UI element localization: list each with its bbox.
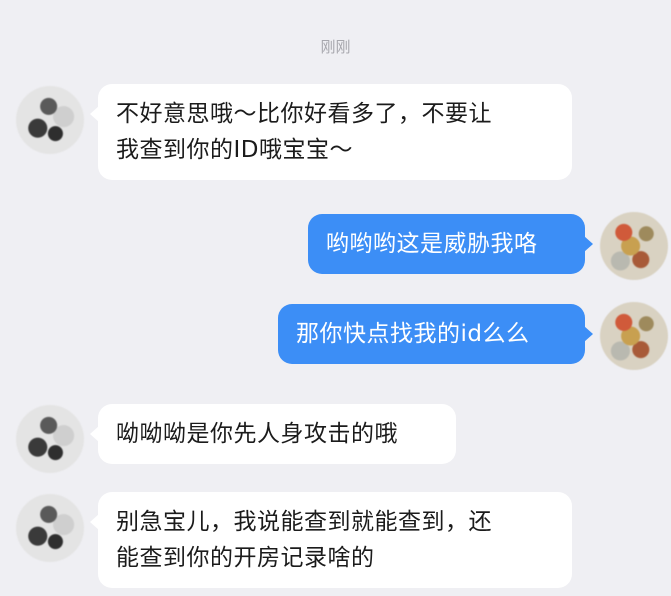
my-avatar[interactable] <box>600 302 668 370</box>
incoming-message-bubble[interactable]: 呦呦呦是你先人身攻击的哦 <box>90 404 456 464</box>
incoming-message-bubble[interactable]: 别急宝儿，我说能查到就能查到，还 能查到你的开房记录啥的 <box>90 492 572 588</box>
message-text-line: 不好意思哦～比你好看多了，不要让 <box>116 101 492 127</box>
message-text-line: 能查到你的开房记录啥的 <box>116 545 375 571</box>
message-text-line: 别急宝儿，我说能查到就能查到，还 <box>116 509 492 535</box>
incoming-message-bubble[interactable]: 不好意思哦～比你好看多了，不要让 我查到你的ID哦宝宝～ <box>90 84 572 180</box>
contact-avatar[interactable] <box>16 405 84 473</box>
message-text-line: 呦呦呦是你先人身攻击的哦 <box>116 421 398 447</box>
chat-window: 刚刚 不好意思哦～比你好看多了，不要让 我查到你的ID哦宝宝～ 哟哟哟这是威胁我… <box>0 0 671 596</box>
my-avatar[interactable] <box>600 212 668 280</box>
outgoing-message-bubble[interactable]: 哟哟哟这是威胁我咯 <box>308 214 593 274</box>
message-timestamp: 刚刚 <box>320 38 351 56</box>
contact-avatar[interactable] <box>16 86 84 154</box>
message-text-line: 那你快点找我的id么么 <box>296 321 530 347</box>
contact-avatar[interactable] <box>16 494 84 562</box>
message-text-line: 哟哟哟这是威胁我咯 <box>326 231 538 257</box>
message-text-line: 我查到你的ID哦宝宝～ <box>116 137 353 163</box>
outgoing-message-bubble[interactable]: 那你快点找我的id么么 <box>278 304 593 364</box>
